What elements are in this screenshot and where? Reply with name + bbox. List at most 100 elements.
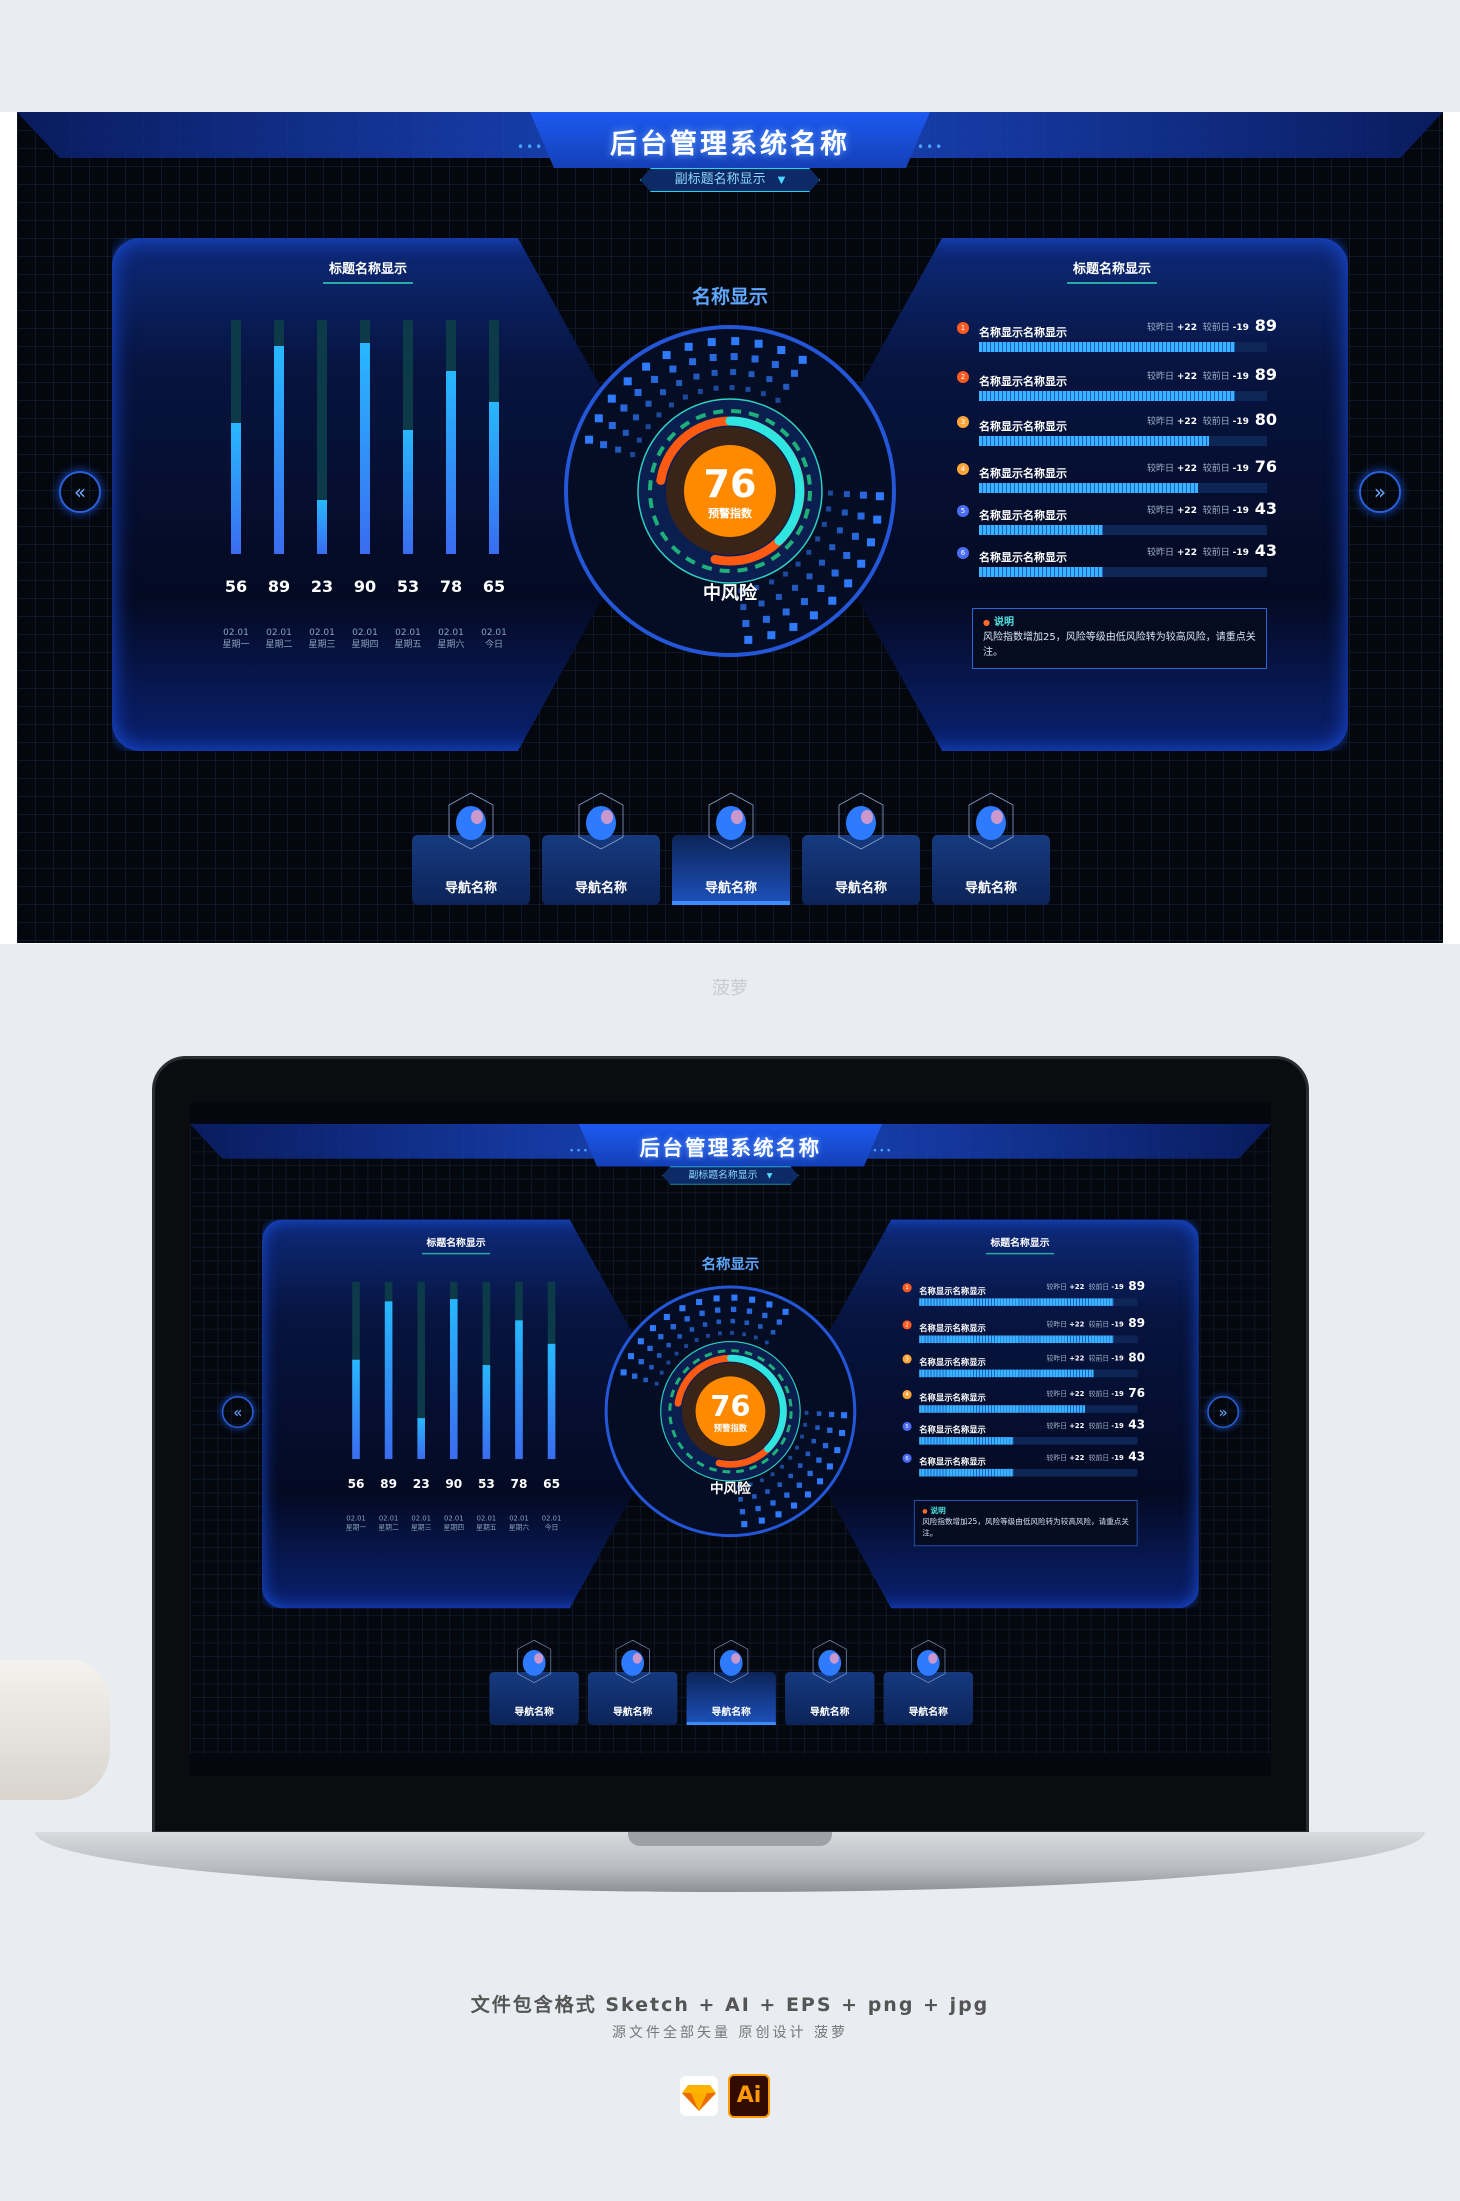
gauge-tick [805, 1451, 811, 1457]
bar-category-label: 02.01 星期一 [222, 628, 250, 650]
item-compare: 较昨日 +22 较前日 -19 [1147, 506, 1249, 516]
nav-item[interactable]: 导航名称 [489, 1639, 579, 1726]
nav-item[interactable]: 导航名称 [686, 1639, 776, 1726]
item-value: 76 [1128, 1385, 1146, 1400]
gauge-tick [689, 358, 697, 366]
next-arrow-button[interactable]: » [1207, 1396, 1240, 1428]
gauge-tick [676, 380, 683, 387]
gauge-tick [754, 339, 763, 348]
left-panel-title: 标题名称显示 [426, 1237, 486, 1250]
gauge-tick [764, 1340, 769, 1345]
gauge-tick [666, 1342, 671, 1348]
planet-icon [714, 1639, 749, 1683]
bar-category-label: 02.01 星期六 [437, 628, 465, 650]
robot-icon [517, 1639, 552, 1683]
gauge-tick [834, 1447, 841, 1454]
gauge-tick [755, 1505, 761, 1512]
gauge-tick [783, 571, 789, 577]
rank-badge: 2 [957, 371, 969, 383]
gauge-tick [600, 441, 608, 449]
note-box: 说明 风险指数增加25，风险等级由低风险转为较高风险，请重点关注。 [972, 608, 1267, 669]
bar-value-label: 53 [396, 577, 420, 596]
gauge-tick [649, 1325, 656, 1332]
score-value: 76 [703, 462, 757, 506]
gauge-tick [620, 1369, 627, 1376]
gauge-tick [730, 1306, 737, 1313]
gauge-tick [866, 538, 875, 547]
note-box: 说明 风险指数增加25，风险等级由低风险转为较高风险，请重点关注。 [913, 1499, 1138, 1547]
gauge-tick [776, 1319, 782, 1325]
gauge-tick [607, 394, 616, 403]
gauge-tick [730, 1318, 736, 1324]
score-value: 76 [710, 1389, 751, 1423]
subtitle-dropdown[interactable]: 副标题名称显示 ▼ [662, 1166, 799, 1185]
rank-badge: 3 [902, 1354, 912, 1364]
gauge-tick [738, 1497, 743, 1502]
nav-item[interactable]: 导航名称 [883, 1639, 974, 1726]
prev-arrow-button[interactable]: « [59, 471, 101, 513]
gauge-tick [809, 611, 818, 620]
gauge-tick [651, 375, 659, 383]
credits-text: 源文件全部矢量 原创设计 菠萝 [612, 2025, 848, 2041]
rank-badge: 5 [902, 1421, 912, 1431]
bar [547, 1343, 556, 1460]
progress-bar [919, 1369, 1138, 1378]
nav-item[interactable]: 导航名称 [785, 1639, 875, 1726]
watermark: 菠萝 [712, 978, 748, 999]
center-title: 名称显示 [701, 1255, 760, 1273]
nav-item[interactable]: 导航名称 [542, 792, 660, 905]
gauge-tick [622, 429, 629, 436]
gauge-tick [758, 600, 765, 607]
app-title: 后台管理系统名称 [610, 129, 850, 160]
bar-category-label: 02.01 今日 [481, 628, 507, 650]
gauge-tick [843, 491, 850, 498]
bar [274, 345, 284, 554]
bar [515, 1320, 523, 1460]
gauge-tick [762, 1312, 768, 1319]
gauge-tick [795, 1445, 799, 1450]
gauge-tick [620, 404, 628, 412]
gauge-tick [798, 355, 807, 364]
nav-item[interactable]: 导航名称 [802, 792, 920, 905]
gauge-tick [777, 346, 786, 355]
next-arrow-button[interactable]: » [1359, 471, 1401, 513]
gauge-tick [623, 377, 632, 386]
gauge-tick [771, 361, 779, 369]
item-compare: 较昨日 +22 较前日 -19 [1046, 1355, 1124, 1363]
gauge-tick [806, 549, 812, 555]
rank-badge: 1 [957, 322, 969, 334]
item-name: 名称显示名称显示 [979, 375, 1067, 388]
bar-category-label: 02.01 星期五 [394, 628, 422, 650]
right-panel-title: 标题名称显示 [990, 1237, 1050, 1250]
item-compare: 较昨日 +22 较前日 -19 [1147, 372, 1249, 382]
note-text: 风险指数增加25，风险等级由低风险转为较高风险，请重点关注。 [922, 1518, 1129, 1538]
gauge-tick [780, 1464, 784, 1469]
prev-arrow-button[interactable]: « [221, 1396, 254, 1428]
gauge-tick [760, 1478, 764, 1483]
gauge-tick [795, 561, 801, 567]
nav-item[interactable]: 导航名称 [587, 1639, 678, 1726]
gauge-tick [715, 1307, 721, 1313]
illustrator-icon: Ai [728, 2074, 770, 2118]
rank-badge: 4 [957, 463, 969, 475]
app-title: 后台管理系统名称 [639, 1136, 822, 1161]
gauge-tick [800, 1434, 804, 1439]
nav-item[interactable]: 导航名称 [412, 792, 530, 905]
bar-value-label: 56 [347, 1476, 365, 1491]
gauge-tick [828, 596, 837, 605]
gauge-tick [789, 622, 798, 631]
gauge-tick [758, 1324, 763, 1329]
bar [449, 1299, 458, 1460]
nav-item[interactable]: 导航名称 [932, 792, 1050, 905]
item-name: 名称显示名称显示 [919, 1357, 986, 1368]
gauge-tick [585, 435, 594, 444]
nav-item[interactable]: 导航名称 [672, 792, 790, 905]
rank-badge: 1 [902, 1283, 912, 1293]
subtitle-dropdown[interactable]: 副标题名称显示 ▼ [640, 168, 820, 192]
gauge-tick [818, 559, 825, 566]
gauge-tick [775, 1511, 782, 1518]
gauge-tick [659, 1370, 664, 1375]
progress-bar [919, 1437, 1138, 1445]
bar [482, 1365, 491, 1460]
header: ••• ••• 后台管理系统名称 副标题名称显示 ▼ [190, 1124, 1271, 1185]
